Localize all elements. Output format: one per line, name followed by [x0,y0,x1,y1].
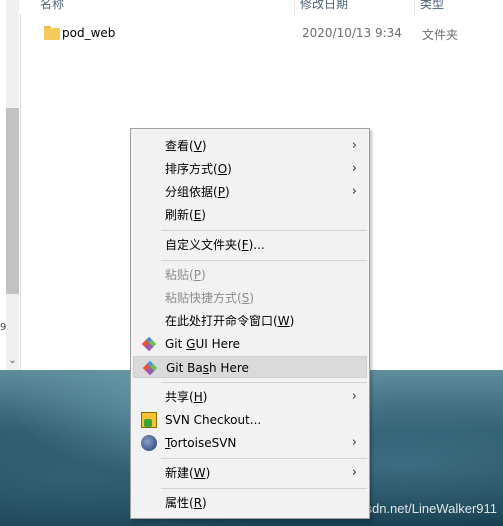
submenu-arrow-icon: › [351,435,357,450]
submenu-arrow-icon: › [351,184,357,199]
menu-item-tortoisesvn[interactable]: TortoiseSVN › [133,432,367,454]
column-separator[interactable] [414,0,415,16]
menu-item-svn-checkout[interactable]: SVN Checkout... [133,409,367,431]
git-bash-icon [142,360,158,376]
menu-item-git-bash-here[interactable]: Git Bash Here [133,356,367,378]
menu-separator [161,458,367,459]
context-menu: 查看(V) › 排序方式(O) › 分组依据(P) › 刷新(E) 自定义文件夹… [130,128,370,519]
tortoisesvn-icon [141,435,157,451]
column-header-type[interactable]: 类型 [420,0,444,12]
svn-checkout-icon [141,412,157,428]
menu-separator [161,230,367,231]
file-name: pod_web [62,26,116,40]
menu-item-share[interactable]: 共享(H) › [133,386,367,408]
menu-item-paste: 粘贴(P) [165,268,206,282]
menu-item-view[interactable]: 查看(V) › [133,135,367,157]
menu-item-paste-shortcut: 粘贴快捷方式(S) [165,291,254,305]
menu-item-group-by[interactable]: 分组依据(P) › [133,181,367,203]
menu-separator [161,260,367,261]
column-separator[interactable] [294,0,295,16]
nav-edge-text: 9 [0,322,7,333]
nav-scrollbar-thumb[interactable] [6,108,19,294]
submenu-arrow-icon: › [351,161,357,176]
file-type: 文件夹 [422,28,459,42]
menu-item-open-command-window[interactable]: 在此处打开命令窗口(W) [133,310,367,332]
file-row[interactable]: pod_web 2020/10/13 9:34 文件夹 [36,24,503,44]
menu-item-new[interactable]: 新建(W) › [133,462,367,484]
column-header-name[interactable]: 名称 [40,0,64,12]
git-gui-icon [141,336,157,352]
menu-item-customize-folder[interactable]: 自定义文件夹(F)... [133,234,367,256]
menu-item-git-gui-here[interactable]: Git GUI Here [133,333,367,355]
column-header-row: 名称 修改日期 类型 [20,0,503,16]
menu-item-properties[interactable]: 属性(R) [133,492,367,514]
submenu-arrow-icon: › [351,138,357,153]
submenu-arrow-icon: › [351,389,357,404]
file-modified-date: 2020/10/13 9:34 [302,26,402,40]
folder-icon [44,26,60,40]
submenu-arrow-icon: › [351,465,357,480]
column-header-date[interactable]: 修改日期 [300,0,348,12]
menu-separator [161,488,367,489]
menu-item-refresh[interactable]: 刷新(E) [133,204,367,226]
nav-scroll-down-icon[interactable]: ⌄ [6,354,19,368]
menu-item-sort-by[interactable]: 排序方式(O) › [133,158,367,180]
menu-separator [161,382,367,383]
